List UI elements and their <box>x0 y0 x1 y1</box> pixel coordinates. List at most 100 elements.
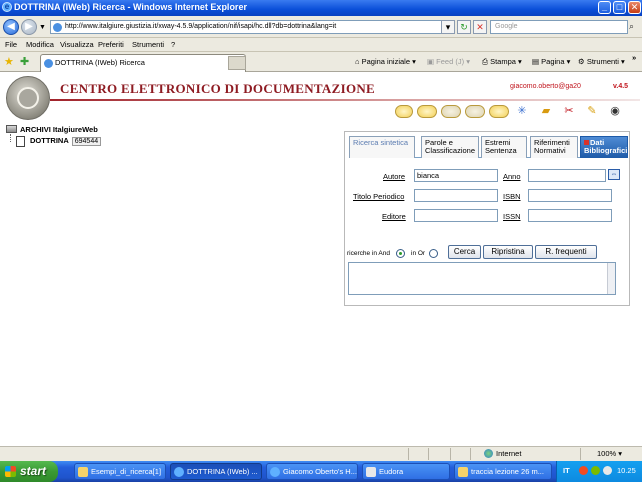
task-label: Esempi_di_ricerca[1] <box>91 467 162 476</box>
status-bar: Internet 100% ▾ <box>0 446 642 461</box>
more-tools-button[interactable]: » <box>632 53 636 62</box>
oval-button-2-icon[interactable] <box>417 105 437 118</box>
reset-button[interactable]: Ripristina <box>483 245 533 259</box>
oval-button-1-icon[interactable] <box>395 105 413 118</box>
favorites-star-icon[interactable]: ★ <box>4 55 14 68</box>
menu-bar: File Modifica Visualizza Preferiti Strum… <box>0 38 642 52</box>
maximize-button[interactable]: □ <box>613 1 626 14</box>
window-title-bar[interactable]: e DOTTRINA (IWeb) Ricerca - Windows Inte… <box>0 0 642 16</box>
tree-connector <box>10 134 11 142</box>
help-icon[interactable]: ◉ <box>607 103 623 119</box>
titolo-periodico-input[interactable] <box>414 189 498 202</box>
oval-button-3-icon[interactable] <box>441 105 461 118</box>
close-button[interactable]: ✕ <box>628 1 641 14</box>
task-dottrina[interactable]: DOTTRINA (IWeb) ... <box>170 463 262 480</box>
issn-label: ISSN <box>503 212 521 221</box>
anno-input[interactable] <box>528 169 606 182</box>
issn-input[interactable] <box>528 209 612 222</box>
document-count: 694544 <box>71 137 102 146</box>
search-icon[interactable]: ⌕ <box>629 21 639 33</box>
browser-tab[interactable]: DOTTRINA (IWeb) Ricerca <box>40 54 246 72</box>
menu-visualizza[interactable]: Visualizza <box>60 40 94 49</box>
history-dropdown-icon[interactable]: ▼ <box>39 24 46 31</box>
home-label: Pagina iniziale <box>361 57 410 66</box>
status-separator <box>580 448 581 460</box>
menu-preferiti[interactable]: Preferiti <box>98 40 124 49</box>
tab-riferimenti-normativi[interactable]: Riferimenti Normativi <box>530 136 578 158</box>
minimize-button[interactable]: _ <box>598 1 611 14</box>
search-button[interactable]: Cerca <box>448 245 481 259</box>
oval-button-5-icon[interactable] <box>489 105 509 118</box>
ie-task-icon <box>174 467 184 477</box>
tree-root[interactable]: ARCHIVI ItalgiureWeb <box>6 125 98 134</box>
add-favorites-icon[interactable]: ✚ <box>20 55 29 68</box>
windows-logo-icon <box>5 466 16 477</box>
tray-app-icon[interactable] <box>579 466 588 475</box>
tools-button[interactable]: ⚙ Strumenti ▾ <box>578 57 625 66</box>
swap-icon[interactable]: ⇔ <box>608 169 620 180</box>
menu-strumenti[interactable]: Strumenti <box>132 40 164 49</box>
menu-help[interactable]: ? <box>171 40 175 49</box>
task-traccia-lezione[interactable]: traccia lezione 26 m... <box>454 463 552 480</box>
tab-parole-classificazione[interactable]: Parole e Classificazione <box>421 136 479 158</box>
and-radio-label: ricerche in And <box>347 250 390 257</box>
system-tray: IT 10.25 <box>556 461 642 482</box>
task-eudora[interactable]: Eudora <box>362 463 450 480</box>
document-icon <box>16 136 25 147</box>
tab-ricerca-sintetica[interactable]: Ricerca sintetica <box>349 136 415 158</box>
book-icon[interactable]: ▰ <box>538 103 554 119</box>
new-tab-button[interactable] <box>228 56 246 70</box>
or-radio[interactable] <box>429 249 438 258</box>
task-label: DOTTRINA (IWeb) ... <box>187 467 258 476</box>
refresh-icon[interactable]: ↻ <box>457 20 471 34</box>
menu-file[interactable]: File <box>5 40 17 49</box>
and-radio[interactable] <box>396 249 405 258</box>
results-scrollbar[interactable] <box>607 263 615 294</box>
seal-logo <box>6 76 50 120</box>
tray-network-icon[interactable] <box>591 466 600 475</box>
network-icon[interactable]: ✳ <box>514 103 530 119</box>
search-input[interactable]: Google <box>490 20 628 34</box>
version-label: v.4.5 <box>613 83 629 90</box>
tab-dati-bibliografici[interactable]: Dati Bibliografici <box>580 136 628 158</box>
frequent-searches-button[interactable]: R. frequenti <box>535 245 597 259</box>
ie-task-icon <box>270 467 280 477</box>
oval-button-4-icon[interactable] <box>465 105 485 118</box>
start-button[interactable]: start <box>0 461 58 482</box>
back-button[interactable]: ◀ <box>3 19 19 35</box>
isbn-input[interactable] <box>528 189 612 202</box>
stop-icon[interactable]: ✕ <box>473 20 487 34</box>
tray-volume-icon[interactable] <box>603 466 612 475</box>
url-field[interactable]: http://www.italgiure.giustizia.it/xway-4… <box>50 20 452 34</box>
pencil-icon[interactable]: ✎ <box>584 103 600 119</box>
task-esempi-di-ricerca[interactable]: Esempi_di_ricerca[1] <box>74 463 166 480</box>
page-button[interactable]: ▤ Pagina ▾ <box>532 57 570 66</box>
url-dropdown-icon[interactable]: ▾ <box>441 20 455 34</box>
tab-page-icon <box>44 59 53 68</box>
ie-icon: e <box>2 2 12 12</box>
tab-title: DOTTRINA (IWeb) Ricerca <box>55 58 145 67</box>
web-page: CENTRO ELETTRONICO DI DOCUMENTAZIONE gia… <box>0 72 642 446</box>
scissors-icon[interactable]: ✂ <box>561 103 577 119</box>
autore-input[interactable] <box>414 169 498 182</box>
tab-estremi-sentenza[interactable]: Estremi Sentenza <box>481 136 527 158</box>
print-button[interactable]: ⎙ Stampa ▾ <box>482 57 522 67</box>
zoom-level[interactable]: 100% ▾ <box>597 449 622 458</box>
archive-tree: ARCHIVI ItalgiureWeb DOTTRINA 694544 <box>6 125 156 155</box>
tools-label: Strumenti <box>586 57 619 66</box>
home-button[interactable]: ⌂ Pagina iniziale ▾ <box>355 57 416 66</box>
print-label: Stampa <box>490 57 516 66</box>
results-area[interactable] <box>348 262 616 295</box>
language-indicator[interactable]: IT <box>563 466 570 475</box>
tree-item-dottrina[interactable]: DOTTRINA 694544 <box>16 136 102 147</box>
status-separator <box>450 448 451 460</box>
feed-button[interactable]: ▣ Feed (J) ▾ <box>427 57 470 66</box>
editore-input[interactable] <box>414 209 498 222</box>
task-giacomo-oberto[interactable]: Giacomo Oberto's H... <box>266 463 358 480</box>
active-tab-marker-icon <box>584 140 589 145</box>
menu-modifica[interactable]: Modifica <box>26 40 54 49</box>
zone-label: Internet <box>496 449 522 458</box>
autore-label: Autore <box>383 172 406 181</box>
forward-button[interactable]: ▶ <box>21 19 37 35</box>
document-task-icon <box>458 467 468 477</box>
